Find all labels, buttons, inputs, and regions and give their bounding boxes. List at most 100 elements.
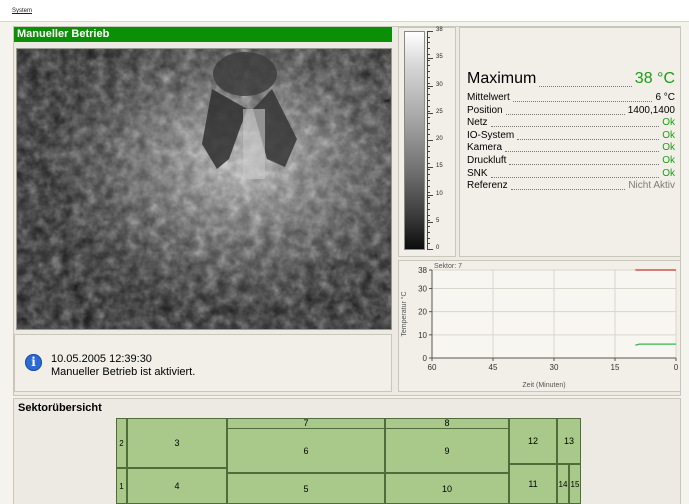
scale-minor-tick xyxy=(427,145,430,147)
scale-minor-tick xyxy=(427,231,430,233)
scale-label: 20 xyxy=(436,136,443,142)
scale-minor-tick xyxy=(427,237,430,239)
status-value: Ok xyxy=(662,129,675,141)
scale-minor-tick xyxy=(427,214,430,216)
status-value: Nicht Aktiv xyxy=(628,180,675,192)
status-value: 38 °C xyxy=(634,70,675,87)
scale-minor-tick xyxy=(427,128,430,130)
info-icon: i xyxy=(25,354,42,371)
dot-leader xyxy=(539,85,632,87)
status-value: 6 °C xyxy=(655,92,675,103)
scale-minor-tick xyxy=(427,134,430,136)
scale-minor-tick xyxy=(427,226,430,228)
sector-6[interactable]: 6 xyxy=(227,428,385,473)
x-tick-label: 30 xyxy=(550,363,559,372)
scale-minor-tick xyxy=(427,162,430,164)
scale-minor-tick xyxy=(427,157,430,159)
dot-leader xyxy=(506,113,625,115)
status-label: SNK xyxy=(467,167,488,179)
dot-leader xyxy=(513,100,652,102)
sector-10[interactable]: 10 xyxy=(385,473,509,504)
chart-title: Sektor: 7 xyxy=(434,263,462,270)
status-label: Maximum xyxy=(467,70,537,87)
scale-label: 35 xyxy=(436,54,443,61)
sector-9[interactable]: 9 xyxy=(385,428,509,473)
scale-minor-tick xyxy=(427,168,430,170)
scale-minor-tick xyxy=(427,220,430,222)
sector-15[interactable]: 15 xyxy=(569,464,581,504)
scale-minor-tick xyxy=(427,99,430,101)
scale-minor-tick xyxy=(427,151,430,153)
mode-title: Manueller Betrieb xyxy=(14,27,392,42)
dot-leader xyxy=(491,176,659,178)
scale-tick xyxy=(427,112,433,114)
sector-13[interactable]: 13 xyxy=(557,418,581,464)
sector-14[interactable]: 14 xyxy=(557,464,569,504)
scale-tick xyxy=(427,221,433,223)
dot-leader xyxy=(505,150,659,153)
scale-minor-tick xyxy=(427,208,430,210)
status-row-mittelwert: Mittelwert 6 °C xyxy=(467,92,675,104)
sector-3[interactable]: 3 xyxy=(127,418,227,468)
x-tick-label: 45 xyxy=(489,363,498,372)
status-row-io-system: IO-System Ok xyxy=(467,130,675,142)
scale-label: 38 xyxy=(436,27,443,33)
sector-4[interactable]: 4 xyxy=(127,468,227,504)
scale-minor-tick xyxy=(427,180,430,182)
status-label: Kamera xyxy=(467,142,503,154)
x-tick-label: 60 xyxy=(428,363,437,372)
sector-7[interactable]: 7 xyxy=(227,418,385,429)
dot-leader xyxy=(517,138,659,140)
status-label: Referenz xyxy=(467,180,508,192)
status-row-netz: Netz Ok xyxy=(467,117,675,129)
status-value: 1400,1400 xyxy=(627,104,675,116)
scale-minor-tick xyxy=(427,185,430,187)
scale-minor-tick xyxy=(427,243,430,245)
sector-8[interactable]: 8 xyxy=(385,418,509,429)
scale-label: 10 xyxy=(436,190,443,197)
y-tick-label: 30 xyxy=(418,285,427,294)
scale-minor-tick xyxy=(427,53,430,55)
status-label: Mittelwert xyxy=(467,92,510,103)
scale-minor-tick xyxy=(427,71,430,73)
menu-system[interactable]: System xyxy=(12,8,32,14)
status-value: Ok xyxy=(662,167,675,179)
sector-12[interactable]: 12 xyxy=(509,418,557,464)
status-label: IO-System xyxy=(467,129,515,141)
x-tick-label: 15 xyxy=(611,363,620,372)
status-row-position: Position 1400,1400 xyxy=(467,105,675,117)
scale-minor-tick xyxy=(427,111,430,113)
scale-minor-tick xyxy=(427,88,430,90)
sector-1[interactable]: 1 xyxy=(116,468,127,504)
status-row-kamera: Kamera Ok xyxy=(467,142,675,154)
scale-minor-tick xyxy=(427,94,430,96)
scale-minor-tick xyxy=(427,140,430,141)
message-date: 10.05.2005 12:39:30 xyxy=(51,353,152,365)
scale-minor-tick xyxy=(427,197,430,199)
y-tick-label: 20 xyxy=(418,308,427,317)
status-value: Ok xyxy=(662,142,675,154)
status-label: Position xyxy=(467,104,503,116)
scale-minor-tick xyxy=(427,117,430,119)
thermal-image xyxy=(17,49,391,329)
dot-leader xyxy=(509,163,659,165)
status-value: Ok xyxy=(662,117,675,129)
scale-label: 0 xyxy=(436,245,440,251)
x-tick-label: 0 xyxy=(674,363,679,372)
scale-label: 15 xyxy=(436,163,443,170)
sector-2[interactable]: 2 xyxy=(116,418,127,468)
message-panel: i 10.05.2005 12:39:30 Manueller Betrieb … xyxy=(14,334,392,392)
scale-minor-tick xyxy=(427,36,430,38)
y-tick-label: 10 xyxy=(418,331,427,340)
sector-5[interactable]: 5 xyxy=(227,473,385,504)
camera-view[interactable] xyxy=(16,48,392,330)
scale-minor-tick xyxy=(427,122,430,124)
scale-minor-tick xyxy=(427,59,430,61)
scale-minor-tick xyxy=(427,105,430,107)
sector-11[interactable]: 11 xyxy=(509,464,557,504)
scale-minor-tick xyxy=(427,76,430,78)
scale-label: 5 xyxy=(436,217,440,224)
scale-minor-tick xyxy=(427,174,430,176)
scale-minor-tick xyxy=(427,48,430,50)
message-text: Manueller Betrieb ist aktiviert. xyxy=(51,366,196,378)
